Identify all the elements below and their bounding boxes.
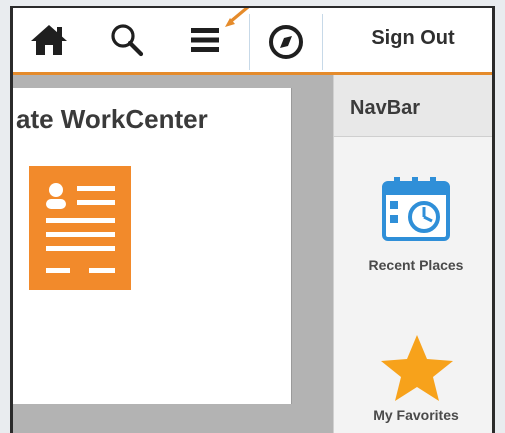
navbar-item-recent-places[interactable]: Recent Places [334, 173, 492, 293]
navbar-title: NavBar [350, 97, 421, 119]
sign-out-button[interactable]: Sign Out [343, 18, 483, 58]
calendar-clock-icon [376, 173, 456, 250]
navbar-item-label: Recent Places [368, 257, 464, 273]
compass-icon[interactable] [249, 14, 323, 70]
document-icon[interactable] [29, 166, 131, 290]
top-navigation-bar: Sign Out [13, 8, 492, 75]
star-icon [377, 333, 457, 408]
arrow-indicator-icon [220, 8, 252, 28]
navbar-header: NavBar [334, 75, 492, 137]
navbar-item-label: My Favorites [373, 407, 459, 423]
navbar-panel: NavBar Recent Places My Favorites [333, 75, 492, 433]
app-frame: Sign Out ate WorkCenter NavBar Recent Pl… [10, 6, 495, 433]
navbar-item-my-favorites[interactable]: My Favorites [334, 333, 492, 429]
search-icon[interactable] [105, 22, 149, 58]
workcenter-title: ate WorkCenter [16, 104, 208, 134]
home-icon[interactable] [27, 22, 71, 58]
